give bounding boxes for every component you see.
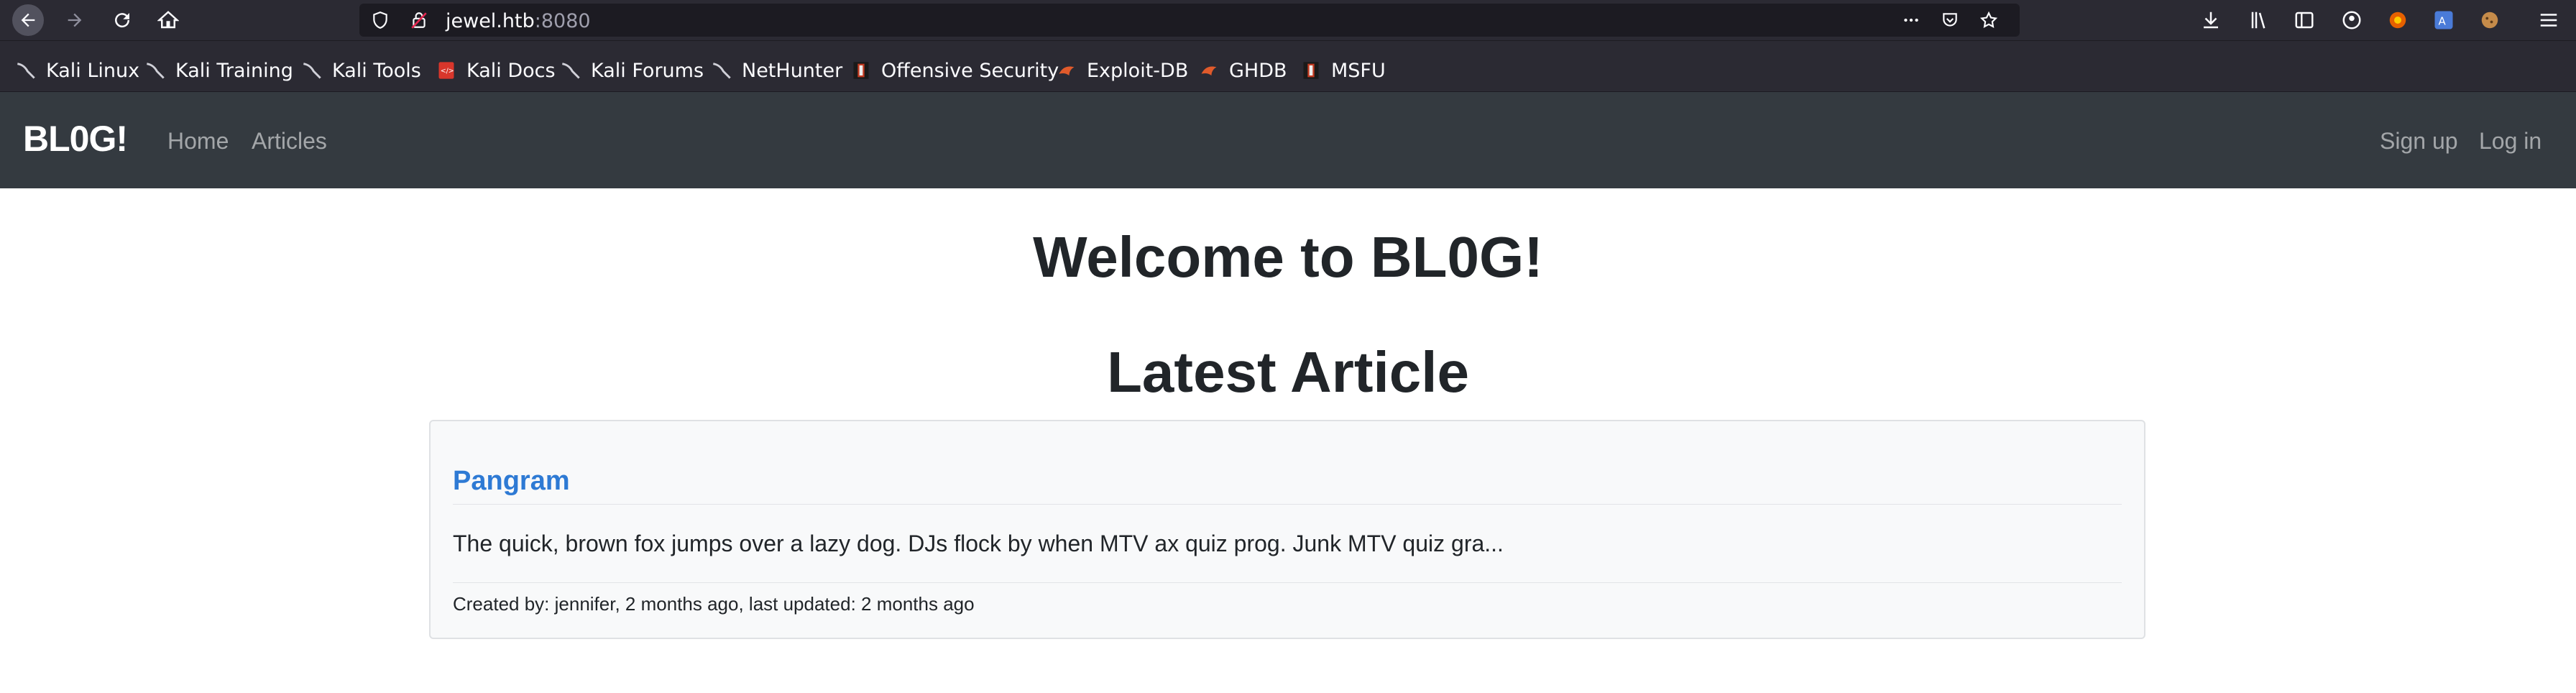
kali-dragon-icon	[562, 63, 580, 79]
insecure-lock-icon[interactable]	[410, 11, 428, 29]
nav-home-link[interactable]: Home	[167, 128, 229, 155]
exploitdb-icon	[1059, 66, 1075, 75]
shield-icon	[373, 12, 387, 29]
welcome-heading: Welcome to BL0G!	[1033, 225, 1543, 289]
back-button[interactable]	[12, 4, 44, 36]
nav-signup-link[interactable]: Sign up	[2380, 128, 2458, 155]
bookmark-kali-linux[interactable]: Kali Linux	[16, 58, 139, 83]
library-icon[interactable]	[2248, 9, 2271, 32]
translate-icon[interactable]: A	[2432, 9, 2455, 32]
cookie-icon[interactable]	[2478, 9, 2501, 32]
offsec-icon	[853, 62, 869, 79]
site-navbar: BL0G! Home Articles Sign up Log in	[0, 92, 2576, 188]
menu-icon[interactable]	[2537, 9, 2560, 32]
arrow-left-icon	[21, 13, 35, 27]
bookmark-star-icon[interactable]	[1979, 11, 1998, 29]
nav-articles-link[interactable]: Articles	[252, 128, 327, 155]
offsec-icon	[1303, 62, 1319, 79]
latest-article-heading: Latest Article	[1107, 340, 1469, 404]
article-meta: Created by: jennifer, 2 months ago, last…	[453, 593, 975, 615]
kali-dragon-icon	[303, 63, 321, 79]
kali-dragon-icon	[147, 63, 165, 79]
reload-button[interactable]	[106, 4, 138, 36]
more-actions-icon[interactable]	[1902, 11, 1920, 29]
article-title-link[interactable]: Pangram	[453, 466, 570, 497]
article-card: Pangram The quick, brown fox jumps over …	[429, 420, 2145, 639]
divider	[453, 582, 2122, 583]
home-button[interactable]	[152, 4, 184, 36]
extension-fox-icon[interactable]	[2386, 9, 2409, 32]
address-bar[interactable]: jewel.htb:8080	[359, 4, 2020, 37]
svg-text:</>: </>	[441, 68, 454, 75]
kali-docs-icon: </>	[438, 62, 454, 79]
bookmark-offensive-security[interactable]: Offensive Security	[851, 58, 1059, 83]
kali-dragon-icon	[713, 63, 731, 79]
divider	[453, 504, 2122, 505]
forward-button[interactable]	[59, 4, 91, 36]
bookmark-kali-training[interactable]: Kali Training	[145, 58, 293, 83]
kali-dragon-icon	[17, 63, 35, 79]
reload-icon	[115, 13, 130, 28]
home-icon	[157, 11, 179, 29]
nav-login-link[interactable]: Log in	[2479, 128, 2542, 155]
bookmark-nethunter[interactable]: NetHunter	[712, 58, 842, 83]
exploitdb-icon	[1201, 66, 1217, 75]
downloads-icon[interactable]	[2199, 9, 2222, 32]
bookmark-exploit-db[interactable]: Exploit-DB	[1057, 58, 1188, 83]
browser-toolbar: jewel.htb:8080 A	[0, 0, 2576, 41]
sidebar-icon[interactable]	[2293, 9, 2316, 32]
url-text[interactable]: jewel.htb:8080	[446, 10, 591, 32]
site-brand[interactable]: BL0G!	[23, 118, 128, 160]
account-icon[interactable]	[2340, 9, 2363, 32]
bookmark-ghdb[interactable]: GHDB	[1199, 58, 1287, 83]
svg-text:A: A	[2439, 14, 2447, 27]
bookmark-kali-docs[interactable]: </> Kali Docs	[436, 58, 556, 83]
bookmark-kali-forums[interactable]: Kali Forums	[561, 58, 704, 83]
bookmark-kali-tools[interactable]: Kali Tools	[302, 58, 421, 83]
article-excerpt: The quick, brown fox jumps over a lazy d…	[453, 531, 1504, 556]
arrow-right-icon	[68, 13, 82, 27]
bookmark-msfu[interactable]: MSFU	[1301, 58, 1386, 83]
pocket-icon[interactable]	[1941, 11, 1959, 29]
